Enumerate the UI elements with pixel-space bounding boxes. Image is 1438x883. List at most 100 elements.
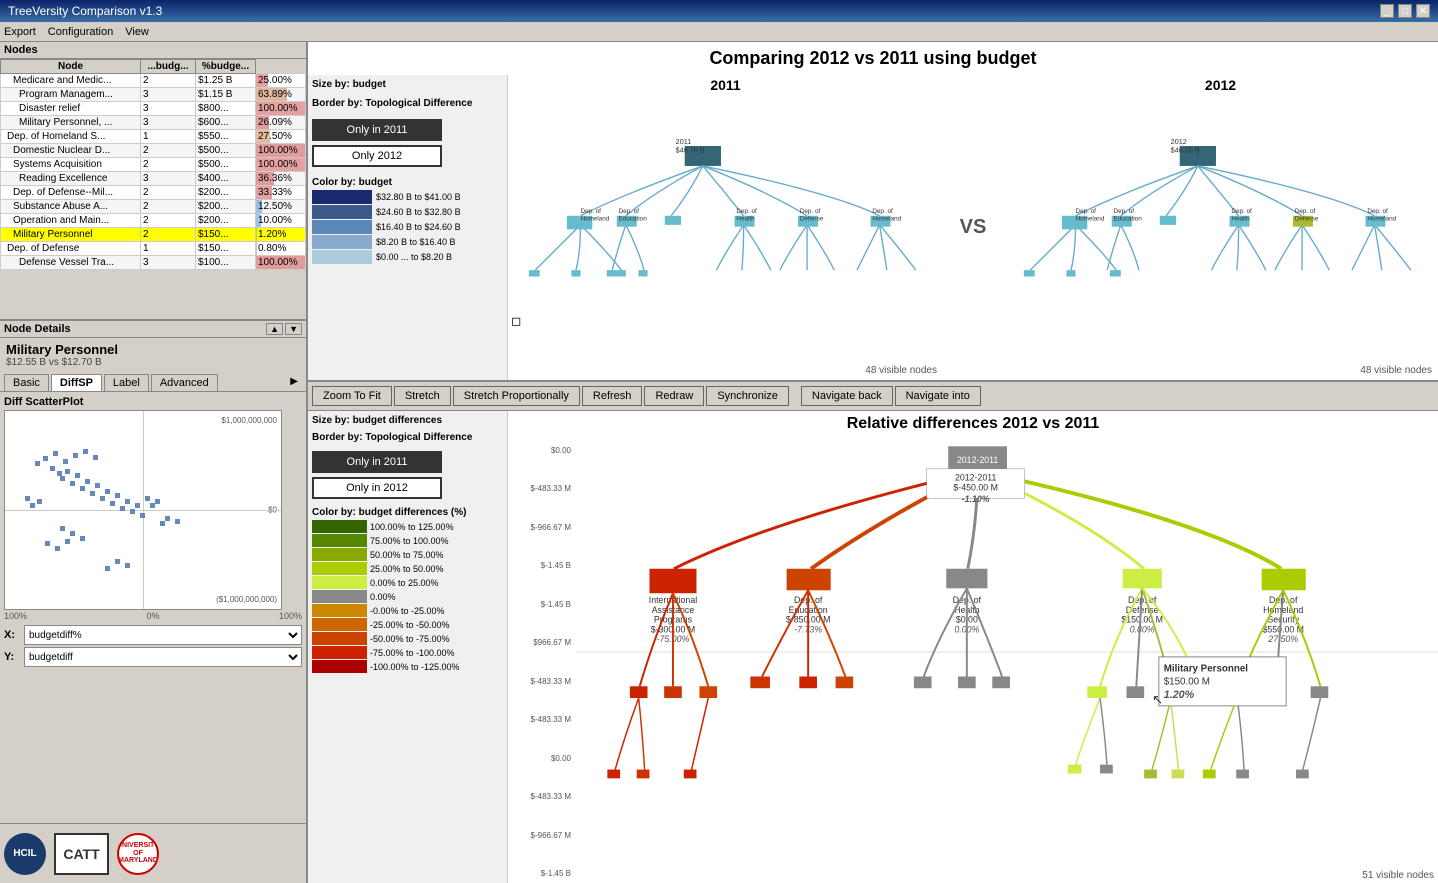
btn-stretch-proportionally[interactable]: Stretch Proportionally [453, 386, 580, 406]
btn-navigate-back[interactable]: Navigate back [801, 386, 893, 406]
node-intl[interactable] [649, 569, 696, 593]
table-row[interactable]: Dep. of Defense1$150...0.80% [1, 242, 306, 256]
y-tick-4: $-1.45 B [510, 561, 571, 570]
sub-node-edu-3[interactable] [836, 676, 854, 688]
btn-refresh[interactable]: Refresh [582, 386, 643, 406]
table-row[interactable]: Dep. of Homeland S...1$550...27.50% [1, 130, 306, 144]
node-defense[interactable] [1123, 569, 1162, 589]
bottom-status: 51 visible nodes [1362, 870, 1434, 881]
scatter-dot [105, 566, 110, 571]
y-axis-select[interactable]: budgetdiff budgetdiff% budget2012 budget… [24, 647, 302, 667]
sub-node-health-2[interactable] [958, 676, 976, 688]
node-depth-cell: 3 [141, 102, 196, 116]
y-axis-row: Y: budgetdiff budgetdiff% budget2012 bud… [4, 647, 302, 667]
node-edu[interactable] [787, 569, 831, 591]
sub2-intl-node-2[interactable] [637, 770, 650, 779]
node-2011-l2-3[interactable] [615, 270, 626, 276]
border-by-label: Border by: Topological Difference [312, 98, 503, 109]
tab-label[interactable]: Label [104, 374, 149, 391]
color-legend-item: $24.60 B to $32.80 B [312, 205, 503, 219]
node-2011-l2-1[interactable] [529, 270, 540, 276]
sub-node-health-3[interactable] [992, 676, 1010, 688]
scroll-down-btn[interactable]: ▼ [285, 323, 302, 335]
table-row[interactable]: Program Managem...3$1.15 B63.89% [1, 88, 306, 102]
diff-color-item: -50.00% to -75.00% [312, 632, 503, 645]
node-2012-l2-2[interactable] [1066, 270, 1075, 276]
table-row[interactable]: Substance Abuse A...2$200...12.50% [1, 200, 306, 214]
sub-edge-2011-3 [581, 225, 622, 270]
only-2012-btn-diff[interactable]: Only in 2012 [312, 477, 442, 499]
maximize-button[interactable]: □ [1398, 4, 1412, 18]
sub2-home-node-3[interactable] [1296, 770, 1309, 779]
sub-node-def-2[interactable] [1127, 686, 1145, 698]
tab-basic[interactable]: Basic [4, 374, 49, 391]
sub2-node-2[interactable] [1100, 765, 1113, 774]
sub2-intl-node-1[interactable] [607, 770, 620, 779]
nodes-table-container[interactable]: Node ...budg... %budge... Medicare and M… [0, 59, 306, 319]
btn-zoom-to-fit[interactable]: Zoom To Fit [312, 386, 392, 406]
tab-advanced[interactable]: Advanced [151, 374, 218, 391]
only-2012-btn-top[interactable]: Only 2012 [312, 145, 442, 167]
sub-node-home-3[interactable] [1311, 686, 1329, 698]
table-row[interactable]: Domestic Nuclear D...2$500...100.00% [1, 144, 306, 158]
btn-redraw[interactable]: Redraw [644, 386, 704, 406]
diff-swatch [312, 548, 367, 561]
btn-synchronize[interactable]: Synchronize [706, 386, 789, 406]
sub-node-def-1[interactable] [1087, 686, 1107, 698]
sub2-node-mil-1[interactable] [1144, 770, 1157, 779]
btn-navigate-into[interactable]: Navigate into [895, 386, 981, 406]
sub-edge-2012-6 [1211, 225, 1238, 270]
tab-diffsp[interactable]: DiffSP [51, 374, 102, 391]
minimize-button[interactable]: _ [1380, 4, 1394, 18]
node-depth-cell: 2 [141, 186, 196, 200]
node-pct-cell: 100.00% [256, 102, 306, 116]
diff-swatch [312, 520, 367, 533]
sub2-node-1[interactable] [1068, 765, 1082, 774]
table-row[interactable]: Operation and Main...2$200...10.00% [1, 214, 306, 228]
node-2012-3[interactable] [1160, 216, 1176, 225]
diff-swatch [312, 646, 367, 659]
node-2011-l2-2[interactable] [571, 270, 580, 276]
menu-view[interactable]: View [125, 26, 149, 38]
sub2-home-node-1[interactable] [1203, 770, 1216, 779]
node-homeland[interactable] [1262, 569, 1306, 591]
sub2-intl-3 [692, 698, 709, 770]
sub-node-edu-2[interactable] [799, 676, 817, 688]
sub-node-edu-1[interactable] [750, 676, 770, 688]
node-2012-l2-3[interactable] [1110, 270, 1121, 276]
table-row[interactable]: Systems Acquisition2$500...100.00% [1, 158, 306, 172]
table-row[interactable]: Medicare and Medic...2$1.25 B25.00% [1, 74, 306, 88]
btn-stretch[interactable]: Stretch [394, 386, 451, 406]
sub-node-intl-3[interactable] [699, 686, 717, 698]
x-axis-select[interactable]: budgetdiff% budgetdiff budget2012 budget… [24, 625, 302, 645]
scatter-dot [90, 491, 95, 496]
table-row[interactable]: Defense Vessel Tra...3$100...100.00% [1, 256, 306, 270]
table-row[interactable]: Disaster relief3$800...100.00% [1, 102, 306, 116]
close-button[interactable]: ✕ [1416, 4, 1430, 18]
tab-arrow[interactable]: ▶ [286, 374, 302, 391]
table-row[interactable]: Military Personnel2$150...1.20% [1, 228, 306, 242]
table-row[interactable]: Military Personnel, ...3$600...26.09% [1, 116, 306, 130]
sub2-intl-node-3[interactable] [684, 770, 697, 779]
menu-configuration[interactable]: Configuration [48, 26, 113, 38]
scroll-up-btn[interactable]: ▲ [266, 323, 283, 335]
sub-node-intl-2[interactable] [664, 686, 682, 698]
diff-range-label: -0.00% to -25.00% [370, 606, 445, 616]
sub-node-health-1[interactable] [914, 676, 932, 688]
table-row[interactable]: Dep. of Defense--Mil...2$200...33.33% [1, 186, 306, 200]
svg-text:Defense: Defense [1295, 215, 1319, 222]
titlebar-controls[interactable]: _ □ ✕ [1380, 4, 1430, 18]
menu-export[interactable]: Export [4, 26, 36, 38]
only-2011-btn-diff[interactable]: Only in 2011 [312, 451, 442, 473]
sub-node-intl-1[interactable] [630, 686, 648, 698]
node-health[interactable] [946, 569, 987, 589]
diff-color-item: 75.00% to 100.00% [312, 534, 503, 547]
only-2011-btn-top[interactable]: Only in 2011 [312, 119, 442, 141]
node-2011-3[interactable] [665, 216, 681, 225]
table-row[interactable]: Reading Excellence3$400...36.36% [1, 172, 306, 186]
node-2011-l2-4[interactable] [607, 270, 616, 276]
sub2-node-mil-2[interactable] [1172, 770, 1185, 779]
node-2012-l2-1[interactable] [1024, 270, 1035, 276]
sub2-home-node-2[interactable] [1236, 770, 1249, 779]
node-2011-l2-5[interactable] [639, 270, 648, 276]
